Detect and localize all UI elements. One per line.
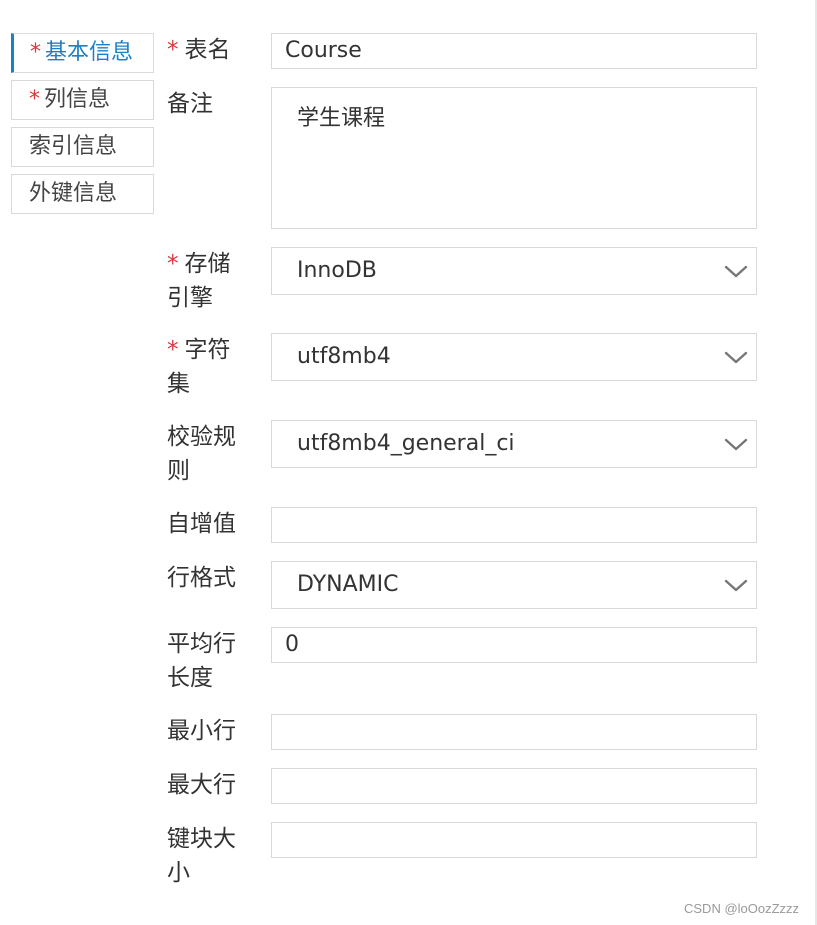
auto-increment-label: 自增值	[167, 507, 257, 541]
charset-select[interactable]: utf8mb4	[271, 333, 757, 381]
watermark: CSDN @loOozZzzz	[684, 901, 800, 916]
charset-label-line1: 字符	[184, 337, 231, 363]
collation-select-value: utf8mb4_general_ci	[297, 431, 515, 456]
max-rows-input[interactable]	[271, 768, 757, 804]
row-format-select-value: DYNAMIC	[297, 572, 399, 597]
collation-label-line2: 则	[167, 458, 190, 484]
tab-column-info[interactable]: * 列信息	[11, 80, 154, 120]
key-block-size-label-line2: 小	[167, 860, 190, 886]
engine-label-line1: 存储	[184, 251, 231, 277]
charset-label-line2: 集	[167, 371, 190, 397]
key-block-size-input[interactable]	[271, 822, 757, 858]
charset-select-value: utf8mb4	[297, 344, 391, 369]
row-format-label: 行格式	[167, 561, 257, 595]
required-mark: *	[30, 40, 41, 65]
chevron-down-icon	[724, 433, 748, 457]
tab-index-info-label: 索引信息	[29, 134, 118, 159]
tab-basic-info-label: 基本信息	[45, 40, 134, 65]
collation-label-line1: 校验规	[167, 424, 236, 450]
chevron-down-icon	[724, 260, 748, 284]
comment-textarea[interactable]: 学生课程	[271, 87, 757, 229]
required-mark: *	[167, 251, 179, 277]
comment-label: 备注	[167, 87, 257, 121]
table-name-label: * 表名	[167, 33, 257, 67]
required-mark: *	[29, 87, 40, 112]
engine-label-line2: 引擎	[167, 285, 213, 311]
key-block-size-label-line1: 键块大	[167, 826, 236, 852]
key-block-size-label: 键块大 小	[167, 822, 257, 890]
tab-basic-info[interactable]: * 基本信息	[11, 33, 154, 73]
collation-label: 校验规 则	[167, 420, 257, 488]
row-format-select[interactable]: DYNAMIC	[271, 561, 757, 609]
table-name-input[interactable]: Course	[271, 33, 757, 69]
table-name-label-text: 表名	[184, 37, 231, 63]
engine-select[interactable]: InnoDB	[271, 247, 757, 295]
collation-select[interactable]: utf8mb4_general_ci	[271, 420, 757, 468]
engine-label: * 存储 引擎	[167, 247, 257, 315]
comment-label-text: 备注	[167, 91, 213, 117]
required-mark: *	[167, 37, 179, 63]
avg-row-length-label-line1: 平均行	[167, 631, 236, 657]
tab-foreign-key-info[interactable]: 外键信息	[11, 174, 154, 214]
chevron-down-icon	[724, 574, 748, 598]
max-rows-label-text: 最大行	[167, 772, 236, 798]
tab-column-info-label: 列信息	[44, 87, 111, 112]
row-format-label-text: 行格式	[167, 565, 236, 591]
min-rows-label: 最小行	[167, 714, 257, 748]
max-rows-label: 最大行	[167, 768, 257, 802]
min-rows-input[interactable]	[271, 714, 757, 750]
auto-increment-input[interactable]	[271, 507, 757, 543]
avg-row-length-label: 平均行 长度	[167, 627, 257, 695]
engine-select-value: InnoDB	[297, 258, 377, 283]
avg-row-length-input[interactable]: 0	[271, 627, 757, 663]
tab-foreign-key-info-label: 外键信息	[29, 181, 118, 206]
avg-row-length-label-line2: 长度	[167, 665, 213, 691]
chevron-down-icon	[724, 346, 748, 370]
auto-increment-label-text: 自增值	[167, 511, 236, 537]
tab-index-info[interactable]: 索引信息	[11, 127, 154, 167]
charset-label: * 字符 集	[167, 333, 257, 401]
min-rows-label-text: 最小行	[167, 718, 236, 744]
required-mark: *	[167, 337, 179, 363]
